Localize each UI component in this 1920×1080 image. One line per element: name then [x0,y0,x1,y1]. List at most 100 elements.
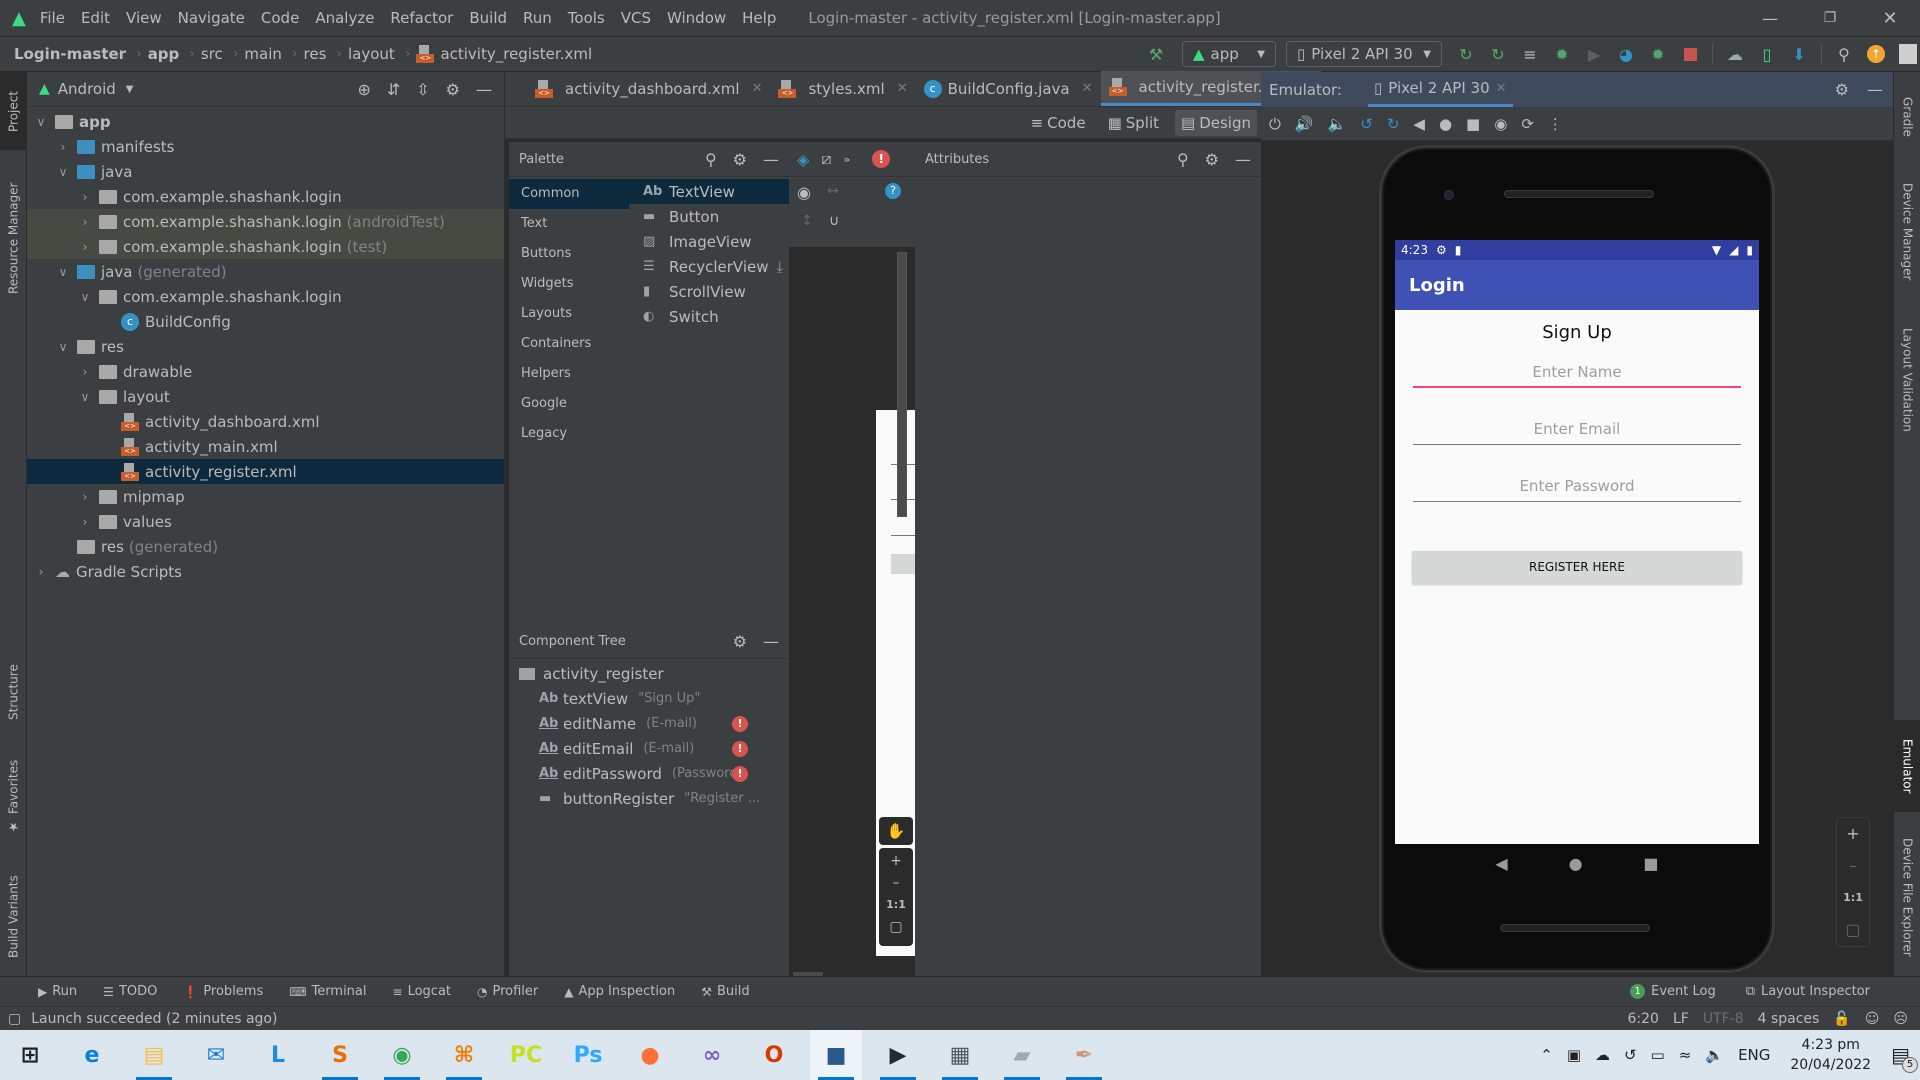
zoom-fit-button[interactable]: ▢ [879,916,913,938]
gear-icon[interactable]: ⚙ [1205,150,1219,169]
tool-tab-device-manager[interactable]: Device Manager [1894,172,1920,292]
emulator-zoom-out-button[interactable]: – [1837,850,1869,882]
sdk-manager-icon[interactable]: ⬇ [1788,43,1810,65]
error-icon[interactable]: ! [732,715,748,732]
volume-up-icon[interactable]: 🔊 [1295,115,1314,133]
status-message[interactable]: Launch succeeded (2 minutes ago) [31,1011,277,1027]
tool-tab-resource-manager[interactable]: Resource Manager [0,168,27,308]
debug-icon[interactable]: ✹ [1551,43,1573,65]
chevron-down-icon[interactable]: ∨ [55,265,71,279]
overview-icon[interactable]: ■ [1466,115,1480,133]
pan-button[interactable]: ✋ [879,817,913,845]
chevron-down-icon[interactable]: ∨ [77,390,93,404]
emulator-device-tab[interactable]: ▯ Pixel 2 API 30 ✕ [1367,72,1513,107]
apply-code-changes-icon[interactable]: ↻ [1487,43,1509,65]
nav-home-icon[interactable]: ● [1569,854,1583,873]
chevron-down-icon[interactable]: ∨ [55,165,71,179]
sync-app-icon[interactable]: ↺ [1624,1046,1637,1064]
show-hidden-icons-icon[interactable]: ⌃ [1540,1046,1553,1064]
name-field[interactable]: Enter Name [1413,356,1741,388]
taskbar-app-notepad[interactable]: ▰ [996,1030,1048,1080]
bottom-tool-app-inspection[interactable]: ▲ App Inspection [564,984,675,999]
snapshot-icon[interactable]: ⟳ [1521,115,1534,133]
taskbar-app-photoshop[interactable]: Ps [562,1030,614,1080]
bottom-tool-build[interactable]: ⚒ Build [701,984,749,999]
taskbar-app-paint[interactable]: ✒ [1058,1030,1110,1080]
component-item[interactable]: Ab editPassword (Password)! [509,761,789,786]
search-icon[interactable]: ⚲ [1177,150,1189,169]
attach-debugger-icon[interactable]: ✹ [1647,43,1669,65]
menu-build[interactable]: Build [469,9,507,27]
event-log-button[interactable]: 1 Event Log [1630,984,1716,999]
tree-item[interactable]: ∨ app [27,109,504,134]
account-icon[interactable] [1897,43,1919,65]
profile-icon[interactable]: ◕ [1615,43,1637,65]
close-tab-icon[interactable]: ✕ [1082,81,1093,96]
vertical-scrollbar[interactable] [897,252,907,517]
wifi-icon[interactable]: ≈ [1679,1046,1692,1064]
eye-icon[interactable]: ◉ [797,183,811,202]
register-button[interactable]: REGISTER HERE [1412,551,1742,584]
breadcrumb-layout[interactable]: layout [348,45,395,63]
menu-view[interactable]: View [126,9,162,27]
menu-vcs[interactable]: VCS [621,9,651,27]
gear-icon[interactable]: ⚙ [733,632,747,651]
breadcrumb-src[interactable]: src [201,45,223,63]
taskbar-app-l[interactable]: L [252,1030,304,1080]
component-root[interactable]: activity_register [509,661,789,686]
palette-category[interactable]: Containers [509,329,629,359]
error-icon[interactable]: ! [732,740,748,757]
horizontal-arrows-icon[interactable]: ↔ [827,183,839,199]
taskbar-app-android-emulator[interactable]: ▶ [872,1030,924,1080]
restore-button[interactable]: ❐ [1800,10,1860,26]
chevron-down-icon[interactable]: ∨ [33,115,49,129]
volume-icon[interactable]: 🔈 [1705,1046,1724,1064]
component-item[interactable]: ▬ buttonRegister "Register ... [509,786,789,811]
bottom-tool-logcat[interactable]: ≡ Logcat [393,984,452,999]
bottom-tool-profiler[interactable]: ◔ Profiler [477,984,538,999]
tree-item[interactable]: activity_dashboard.xml [27,409,504,434]
orientation-icon[interactable]: ⧄ [821,149,831,169]
zoom-out-button[interactable]: – [879,872,913,894]
volume-down-icon[interactable]: 🔈 [1328,115,1347,133]
menu-window[interactable]: Window [667,9,726,27]
taskbar-app-sublime-text[interactable]: S [314,1030,366,1080]
close-window-button[interactable]: ✕ [1860,8,1920,29]
gear-icon[interactable]: ⚙ [733,150,747,169]
menu-run[interactable]: Run [523,9,552,27]
tree-item[interactable]: activity_main.xml [27,434,504,459]
breadcrumb-app[interactable]: app [148,45,180,63]
vertical-arrows-icon[interactable]: ↕ [801,213,813,229]
error-icon[interactable]: ! [872,150,891,168]
emulator-zoom-fit-button[interactable]: ▢ [1837,914,1869,946]
notifications-button[interactable]: ▤ 5 [1891,1043,1918,1073]
zoom-in-button[interactable]: + [879,850,913,872]
battery-icon[interactable]: ▭ [1651,1046,1665,1064]
locate-icon[interactable]: ⊕ [357,80,370,99]
component-item[interactable]: Ab textView "Sign Up" [509,686,789,711]
taskbar-app-android-studio[interactable]: ■ [810,1030,862,1080]
search-icon[interactable]: ⚲ [1833,43,1855,65]
tree-item[interactable]: › com.example.shashank.login [27,184,504,209]
tab-activity-dashboard[interactable]: activity_dashboard.xml ✕ [527,71,770,106]
tree-item[interactable]: ∨ java [27,159,504,184]
bottom-tool-todo[interactable]: ☰ TODO [103,984,157,999]
tree-item[interactable]: › com.example.shashank.login (test) [27,234,504,259]
mode-design-button[interactable]: ▤ Design [1175,109,1257,136]
palette-category[interactable]: Layouts [509,299,629,329]
tool-tab-emulator[interactable]: Emulator [1894,720,1920,812]
tree-item[interactable]: ∨ res [27,334,504,359]
taskbar-app-office[interactable]: O [748,1030,800,1080]
palette-category[interactable]: Google [509,389,629,419]
palette-item[interactable]: ▬ Button [629,204,789,229]
close-tab-icon[interactable]: ✕ [752,81,763,96]
rotate-left-icon[interactable]: ↺ [1360,115,1373,133]
menu-analyze[interactable]: Analyze [315,9,374,27]
gear-icon[interactable]: ⚙ [1835,80,1849,99]
layout-inspector-button[interactable]: ⧉ Layout Inspector [1746,984,1870,999]
download-icon[interactable]: ⤓ [776,258,783,276]
layout-toggle-icon[interactable]: ▢ [8,1011,21,1027]
feedback-happy-icon[interactable]: ☺ [1865,1011,1880,1027]
menu-code[interactable]: Code [261,9,299,27]
palette-item[interactable]: Ab TextView [629,179,789,204]
